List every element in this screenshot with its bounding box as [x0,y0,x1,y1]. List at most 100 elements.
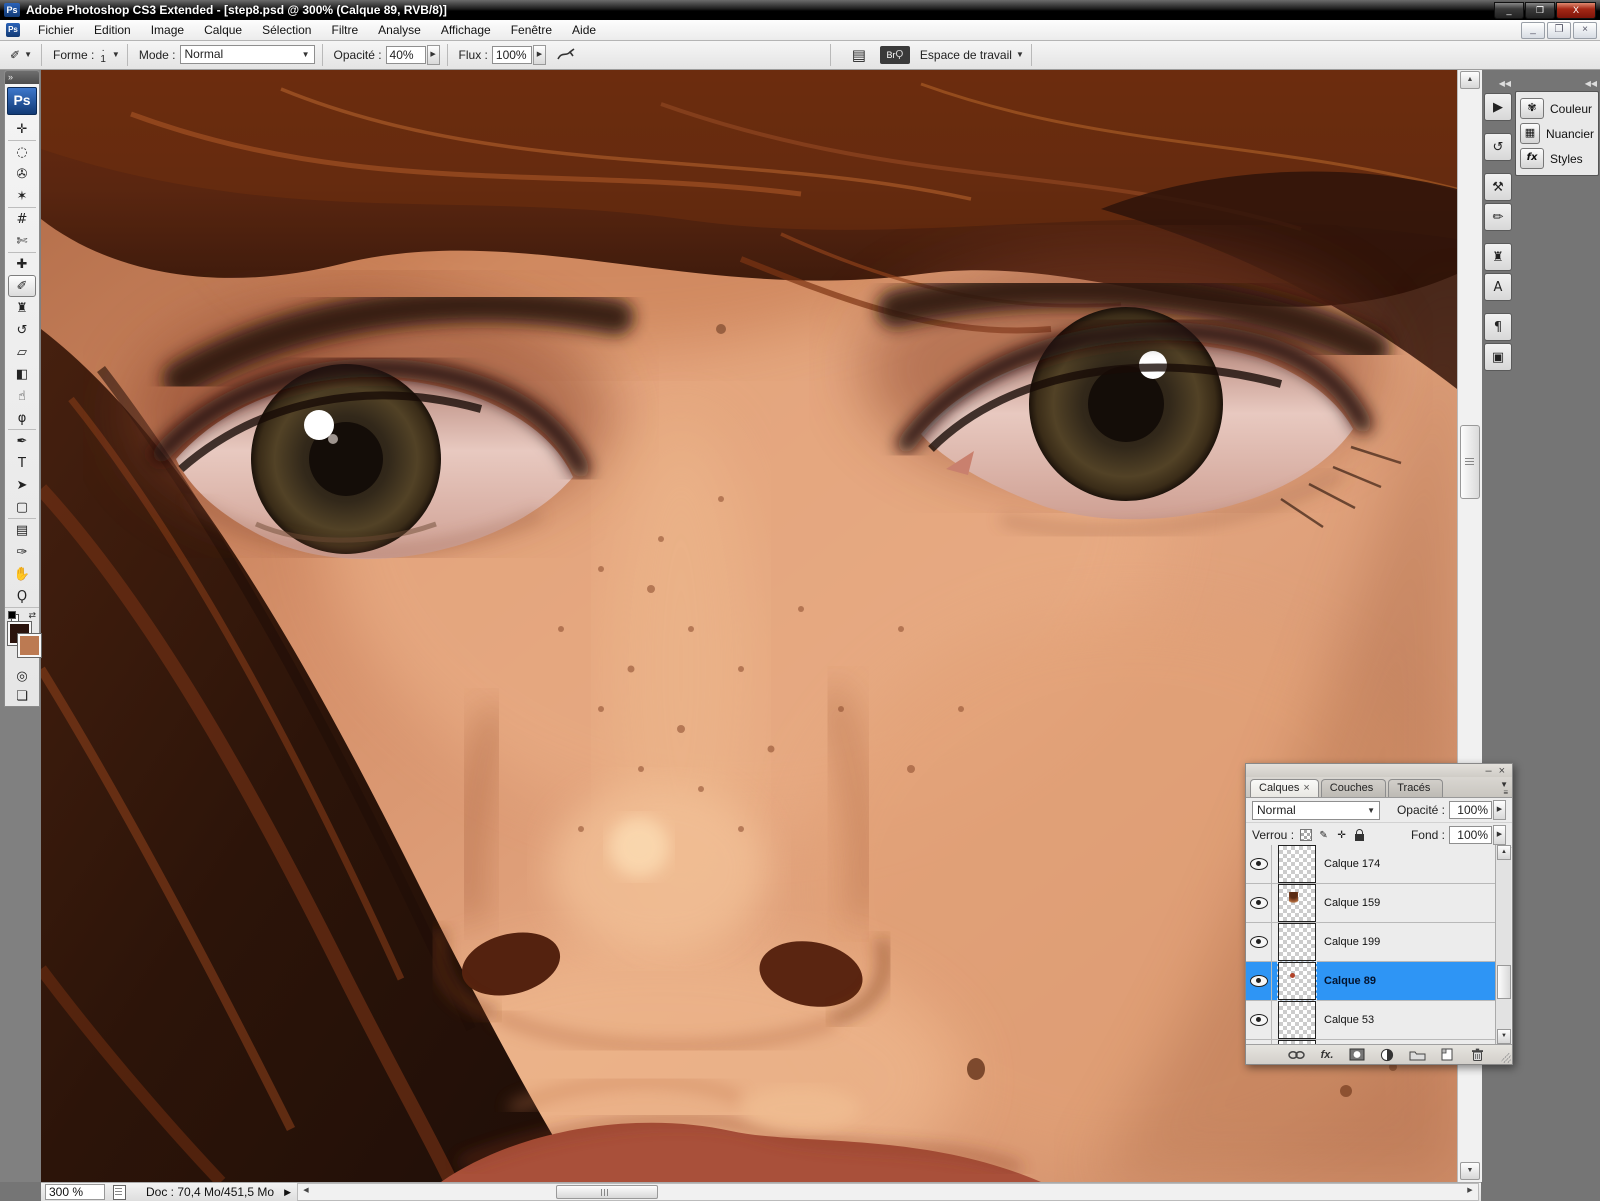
calques[interactable]: Calques× [1250,779,1319,797]
palette-close-button[interactable]: × [1499,766,1505,776]
doc-minimize-button[interactable]: _ [1521,22,1545,39]
dodge-tool[interactable]: φ [8,407,36,429]
layer-scroll-down[interactable]: ▼ [1497,1029,1511,1044]
opacity-spinner[interactable]: ▶ [427,45,440,65]
gradient-tool[interactable]: ◧ [8,363,36,385]
elliptical-marquee-tool[interactable]: ◌ [8,140,36,163]
slice-tool[interactable]: ✄ [8,230,36,252]
lock-position-icon[interactable]: ✛ [1334,828,1349,843]
window-minimize-button[interactable]: _ [1494,2,1524,19]
background-color-swatch[interactable] [18,634,41,657]
brush-tool[interactable]: ✐ [8,275,36,297]
palette-toggle-icon[interactable]: ▤ [846,45,872,65]
palette-titlebar[interactable]: – × [1246,764,1512,777]
panel-couleur[interactable]: ✾ Couleur [1516,96,1598,121]
layer-row[interactable]: Calque 199 [1246,923,1496,962]
palette-resize-grip[interactable] [1501,1053,1511,1063]
scroll-left-button[interactable]: ◀ [299,1185,313,1197]
aide[interactable]: Aide [562,21,606,39]
analyse[interactable]: Analyse [368,21,431,39]
historique-panel-icon[interactable]: ↺ [1484,133,1512,161]
fill-spinner[interactable]: ▶ [1493,825,1506,845]
window-close-button[interactable]: X [1556,2,1596,19]
screen-mode-button[interactable]: ❏ [8,686,36,706]
new-group-icon[interactable] [1406,1047,1428,1063]
layer-visibility-toggle[interactable] [1246,923,1272,961]
default-colors-icon[interactable] [8,611,18,621]
notes-tool[interactable]: ▤ [8,518,36,541]
lasso-tool[interactable]: ✇ [8,163,36,185]
lock-all-icon[interactable] [1352,828,1367,843]
panel-styles[interactable]: fx Styles [1516,146,1598,171]
layer-list-scrollbar[interactable]: ▲ ▼ [1495,845,1511,1044]
filtre[interactable]: Filtre [321,21,368,39]
dock-collapse-icon[interactable]: ◀◀ [1515,79,1599,91]
workspace-button[interactable]: Espace de travail ▼ [920,48,1024,62]
blend-mode-select[interactable]: Normal ▼ [180,45,315,64]
palette-menu-icon[interactable]: ▼≡ [1500,781,1508,797]
layer-visibility-toggle[interactable] [1246,1001,1272,1039]
fill-input[interactable]: 100% [1449,826,1492,844]
palette-minimize-button[interactable]: – [1485,766,1491,776]
image[interactable]: Image [141,21,194,39]
toolbox-collapse-handle[interactable]: » [5,71,39,84]
affichage[interactable]: Affichage [431,21,501,39]
move-tool[interactable]: ✛ [8,118,36,140]
scroll-down-button[interactable]: ▼ [1460,1162,1480,1180]
lock-transparency-icon[interactable] [1298,828,1313,843]
vertical-scroll-thumb[interactable] [1460,425,1480,499]
magic-wand-tool[interactable]: ✶ [8,185,36,207]
layer-thumbnail[interactable] [1278,1001,1316,1039]
actions-panel-icon[interactable]: ▶ [1484,93,1512,121]
layer-scroll-up[interactable]: ▲ [1497,845,1511,860]
fichier[interactable]: Fichier [28,21,84,39]
pen-tool[interactable]: ✒ [8,429,36,452]
layer-row[interactable]: Calque 174 [1246,845,1496,884]
compositions-calques-panel-icon[interactable]: ▣ [1484,343,1512,371]
layer-row[interactable]: Calque 89 [1246,962,1496,1001]
eraser-tool[interactable]: ▱ [8,341,36,363]
forme-dropdown-arrow[interactable]: ▼ [112,50,120,59]
flow-spinner[interactable]: ▶ [533,45,546,65]
caractere-panel-icon[interactable]: A [1484,273,1512,301]
delete-layer-icon[interactable] [1466,1047,1488,1063]
calque[interactable]: Calque [194,21,252,39]
smudge-tool[interactable]: ☝ [8,385,36,407]
type-tool[interactable]: T [8,452,36,474]
tracés[interactable]: Tracés [1388,779,1443,797]
zoom-level-input[interactable]: 300 % [45,1184,105,1200]
clone-stamp-tool[interactable]: ♜ [8,297,36,319]
layer-opacity-spinner[interactable]: ▶ [1493,800,1506,820]
layer-visibility-toggle[interactable] [1246,845,1272,883]
formes-panel-icon[interactable]: ✏ [1484,203,1512,231]
panel-nuancier[interactable]: ▦ Nuancier [1516,121,1598,146]
scroll-right-button[interactable]: ▶ [1463,1185,1477,1197]
opacity-input[interactable]: 40% [386,46,426,64]
layer-opacity-input[interactable]: 100% [1449,801,1492,819]
airbrush-icon[interactable] [554,45,580,65]
couches[interactable]: Couches [1321,779,1386,797]
layer-blend-mode-select[interactable]: Normal ▼ [1252,801,1380,820]
brush-size-preview[interactable]: · 1 [100,46,106,64]
doc-close-button[interactable]: × [1573,22,1597,39]
doc-restore-button[interactable]: ❐ [1547,22,1571,39]
history-brush-tool[interactable]: ↺ [8,319,36,341]
flow-input[interactable]: 100% [492,46,532,64]
source-duplication-panel-icon[interactable]: ♜ [1484,243,1512,271]
layer-thumbnail[interactable] [1278,884,1316,922]
adjustment-layer-icon[interactable] [1376,1047,1398,1063]
layer-thumbnail[interactable] [1278,962,1316,1000]
shape-tool[interactable]: ▢ [8,496,36,518]
lock-paint-icon[interactable]: ✎ [1316,828,1331,843]
zoom-tool[interactable]: Ϙ [8,585,36,607]
horizontal-scroll-thumb[interactable] [556,1185,658,1199]
crop-tool[interactable]: # [8,207,36,230]
layer-row[interactable]: Calque 53 [1246,1001,1496,1040]
window-restore-button[interactable]: ❐ [1525,2,1555,19]
layer-thumbnail[interactable] [1278,923,1316,961]
status-menu-arrow[interactable]: ▶ [284,1187,291,1198]
layer-mask-icon[interactable] [1346,1047,1368,1063]
new-layer-icon[interactable] [1436,1047,1458,1063]
paragraphe-panel-icon[interactable]: ¶ [1484,313,1512,341]
layer-style-fx-icon[interactable]: fx. [1316,1047,1338,1063]
